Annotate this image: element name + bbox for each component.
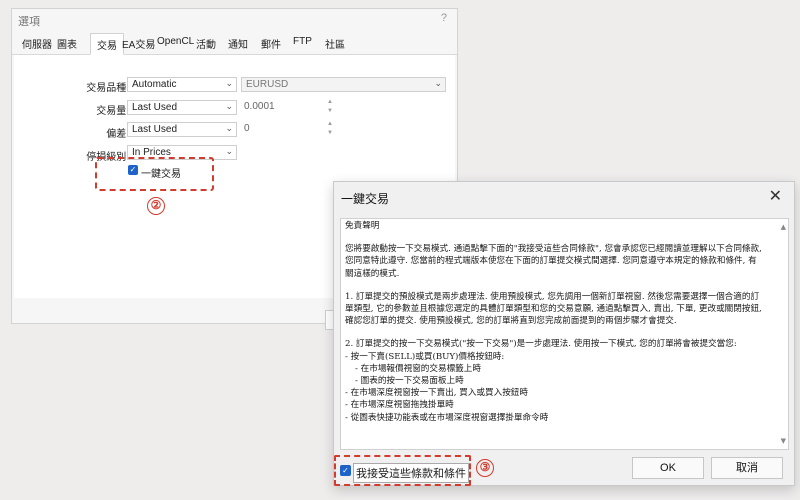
tab-charts[interactable]: 圖表 bbox=[57, 36, 77, 51]
deviation-select[interactable]: Last Used ⌄ bbox=[127, 122, 237, 137]
terms-bullet: - 在市場深度視窗拖拽掛單時 bbox=[345, 400, 454, 411]
tab-events[interactable]: 活動 bbox=[196, 36, 216, 51]
chevron-down-icon: ⌄ bbox=[434, 78, 442, 88]
scroll-up-icon[interactable]: ▲ bbox=[781, 221, 786, 233]
tab-ftp[interactable]: FTP bbox=[293, 36, 312, 47]
one-click-trading-checkbox[interactable]: ✓ bbox=[128, 165, 138, 175]
annotation-marker-3: ③ bbox=[476, 459, 494, 477]
volume-stepper[interactable]: ▲ ▼ bbox=[325, 98, 335, 116]
volume-select[interactable]: Last Used ⌄ bbox=[127, 100, 237, 115]
tab-bar: 伺服器 圖表 交易 EA交易 OpenCL 活動 通知 郵件 FTP 社區 bbox=[12, 33, 457, 55]
cancel-button[interactable]: 取消 bbox=[711, 457, 783, 479]
symbol-name-select: EURUSD ⌄ bbox=[241, 77, 446, 92]
terms-paragraph: 1. 訂單提交的預設模式是兩步處理法. 使用預設模式, 您先調用一個新訂單視窗.… bbox=[345, 291, 762, 327]
tab-opencl[interactable]: OpenCL bbox=[157, 36, 194, 47]
agree-terms-checkbox[interactable]: ✓ bbox=[340, 465, 351, 476]
help-button[interactable]: ? bbox=[441, 12, 447, 24]
deviation-number[interactable]: 0 bbox=[244, 123, 250, 134]
dialog-title: 一鍵交易 bbox=[341, 192, 390, 206]
tab-expert-advisors[interactable]: EA交易 bbox=[122, 36, 155, 51]
tab-trade[interactable]: 交易 bbox=[90, 33, 124, 55]
tab-email[interactable]: 郵件 bbox=[261, 36, 281, 51]
terms-heading: 免責聲明 bbox=[345, 221, 380, 231]
symbol-select-value: Automatic bbox=[132, 79, 177, 90]
scroll-down-icon[interactable]: ▼ bbox=[781, 435, 786, 447]
volume-number[interactable]: 0.0001 bbox=[244, 101, 275, 112]
volume-label: 交易量: bbox=[96, 106, 129, 117]
terms-paragraph: 您將要啟動按一下交易模式. 通過點擊下面的"我接受這些合同條款", 您會承認您已… bbox=[345, 244, 762, 279]
tab-notifications[interactable]: 通知 bbox=[228, 36, 248, 51]
terms-textbox[interactable]: 免責聲明 您將要啟動按一下交易模式. 通過點擊下面的"我接受這些合同條款", 您… bbox=[340, 218, 789, 450]
deviation-label: 偏差: bbox=[106, 129, 129, 140]
symbol-name-value: EURUSD bbox=[246, 79, 289, 90]
tab-server[interactable]: 伺服器 bbox=[22, 36, 52, 51]
agree-terms-label[interactable]: 我接受這些條款和條件 bbox=[353, 463, 469, 483]
ok-button[interactable]: OK bbox=[632, 457, 704, 479]
terms-bullet: - 從圖表快捷功能表或在市場深度視窗選擇掛單命令時 bbox=[345, 412, 549, 423]
one-click-trading-dialog: 一鍵交易 ✕ 免責聲明 您將要啟動按一下交易模式. 通過點擊下面的"我接受這些合… bbox=[333, 181, 795, 486]
symbol-select[interactable]: Automatic ⌄ bbox=[127, 77, 237, 92]
deviation-select-value: Last Used bbox=[132, 124, 178, 135]
terms-paragraph: 2. 訂單提交的按一下交易模式("按一下交易")是一步處理法. 使用按一下模式,… bbox=[345, 339, 737, 350]
close-icon[interactable]: ✕ bbox=[769, 186, 782, 206]
chevron-down-icon: ⌄ bbox=[225, 78, 233, 88]
chevron-down-icon: ⌄ bbox=[225, 101, 233, 111]
terms-scrollbar[interactable]: ▲ ▼ bbox=[776, 219, 788, 449]
deviation-stepper[interactable]: ▲ ▼ bbox=[325, 120, 335, 138]
terms-bullet: - 圖表的按一下交易面板上時 bbox=[355, 376, 464, 387]
one-click-trading-label: 一鍵交易 bbox=[141, 169, 181, 180]
terms-bullet: - 按一下賣(SELL)或買(BUY)價格按鈕時: bbox=[345, 351, 505, 362]
chevron-down-icon: ⌄ bbox=[225, 123, 233, 133]
terms-bullet: - 在市場報價視窗的交易標籤上時 bbox=[355, 363, 481, 374]
tab-community[interactable]: 社區 bbox=[325, 36, 345, 51]
terms-text: 免責聲明 您將要啟動按一下交易模式. 通過點擊下面的"我接受這些合同條款", 您… bbox=[345, 220, 765, 424]
chevron-down-icon: ⌄ bbox=[225, 146, 233, 156]
options-window-title: 選項 bbox=[18, 16, 40, 28]
volume-select-value: Last Used bbox=[132, 102, 178, 113]
terms-bullet: - 在市場深度視窗按一下賣出, 買入或買入按鈕時 bbox=[345, 388, 528, 399]
symbol-label: 交易品種: bbox=[86, 83, 129, 94]
annotation-marker-2: ② bbox=[147, 197, 165, 215]
